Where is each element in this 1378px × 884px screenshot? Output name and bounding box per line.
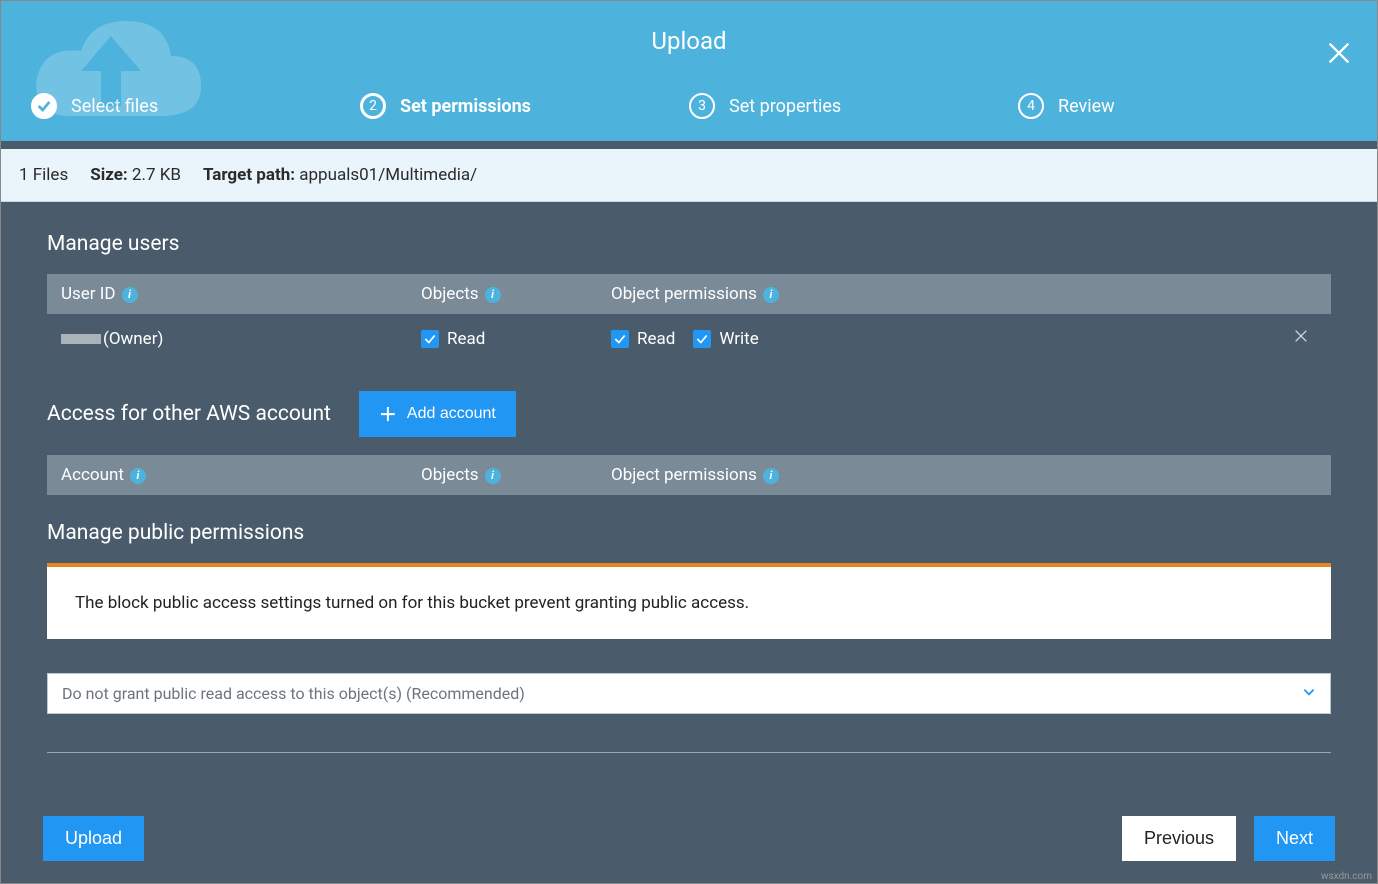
step-label: Review: [1058, 96, 1115, 117]
info-icon[interactable]: i: [485, 468, 501, 484]
dialog-footer: Upload Previous Next: [1, 800, 1377, 883]
step-label: Set properties: [729, 96, 841, 117]
checkbox-perm-read[interactable]: [611, 330, 629, 348]
divider: [47, 752, 1331, 753]
header-object-permissions: Object permissionsi: [611, 284, 1271, 304]
watermark: wsxdn.com: [1321, 871, 1372, 882]
upload-button[interactable]: Upload: [43, 816, 144, 861]
checkbox-perm-write[interactable]: [693, 330, 711, 348]
info-icon[interactable]: i: [763, 468, 779, 484]
upload-summary-bar: 1 Files Size: 2.7 KB Target path: appual…: [1, 149, 1377, 202]
target-path: Target path: appuals01/Multimedia/: [203, 165, 477, 185]
header-account: Accounti: [61, 465, 421, 485]
step-number: 2: [360, 93, 386, 119]
previous-button[interactable]: Previous: [1122, 816, 1236, 861]
header-object-permissions: Object permissionsi: [611, 465, 1271, 485]
accounts-table-header: Accounti Objectsi Object permissionsi: [47, 455, 1331, 495]
user-id-cell: (Owner): [61, 329, 421, 349]
header-user-id: User IDi: [61, 284, 421, 304]
checkbox-label: Write: [719, 329, 758, 349]
permissions-cell: Read Write: [611, 329, 1271, 349]
check-icon: [31, 93, 57, 119]
info-icon[interactable]: i: [763, 287, 779, 303]
cloud-upload-icon: [11, 6, 211, 146]
add-account-button[interactable]: ＋ Add account: [359, 391, 516, 437]
info-icon[interactable]: i: [122, 287, 138, 303]
user-row: (Owner) Read Read Write: [47, 314, 1331, 363]
step-set-permissions[interactable]: 2 Set permissions: [360, 93, 689, 119]
step-review[interactable]: 4 Review: [1018, 93, 1347, 119]
public-access-alert: The block public access settings turned …: [47, 563, 1331, 639]
step-label: Set permissions: [400, 96, 531, 117]
close-icon: [1293, 328, 1309, 344]
section-manage-users: Manage users: [47, 232, 1331, 256]
redacted-username: [61, 334, 101, 344]
close-icon: [1325, 39, 1353, 67]
next-button[interactable]: Next: [1254, 816, 1335, 861]
step-number: 4: [1018, 93, 1044, 119]
file-count: 1 Files: [19, 165, 68, 185]
header-objects: Objectsi: [421, 284, 611, 304]
info-icon[interactable]: i: [485, 287, 501, 303]
users-table-header: User IDi Objectsi Object permissionsi: [47, 274, 1331, 314]
info-icon[interactable]: i: [130, 468, 146, 484]
chevron-down-icon: [1302, 684, 1316, 703]
checkbox-label: Read: [637, 329, 675, 349]
checkbox-objects-read[interactable]: [421, 330, 439, 348]
close-button[interactable]: [1325, 39, 1353, 67]
public-access-select[interactable]: Do not grant public read access to this …: [47, 673, 1331, 714]
checkbox-label: Read: [447, 329, 485, 349]
section-other-aws: Access for other AWS account: [47, 402, 331, 426]
select-value: Do not grant public read access to this …: [62, 684, 525, 703]
objects-cell: Read: [421, 329, 611, 349]
remove-user-button[interactable]: [1293, 329, 1309, 349]
step-number: 3: [689, 93, 715, 119]
file-size: Size: 2.7 KB: [90, 165, 181, 185]
plus-icon: ＋: [379, 401, 397, 427]
dialog-header: Upload Select files 2 Set permissions 3 …: [1, 1, 1377, 141]
section-public-permissions: Manage public permissions: [47, 521, 1331, 545]
header-objects: Objectsi: [421, 465, 611, 485]
step-set-properties[interactable]: 3 Set properties: [689, 93, 1018, 119]
